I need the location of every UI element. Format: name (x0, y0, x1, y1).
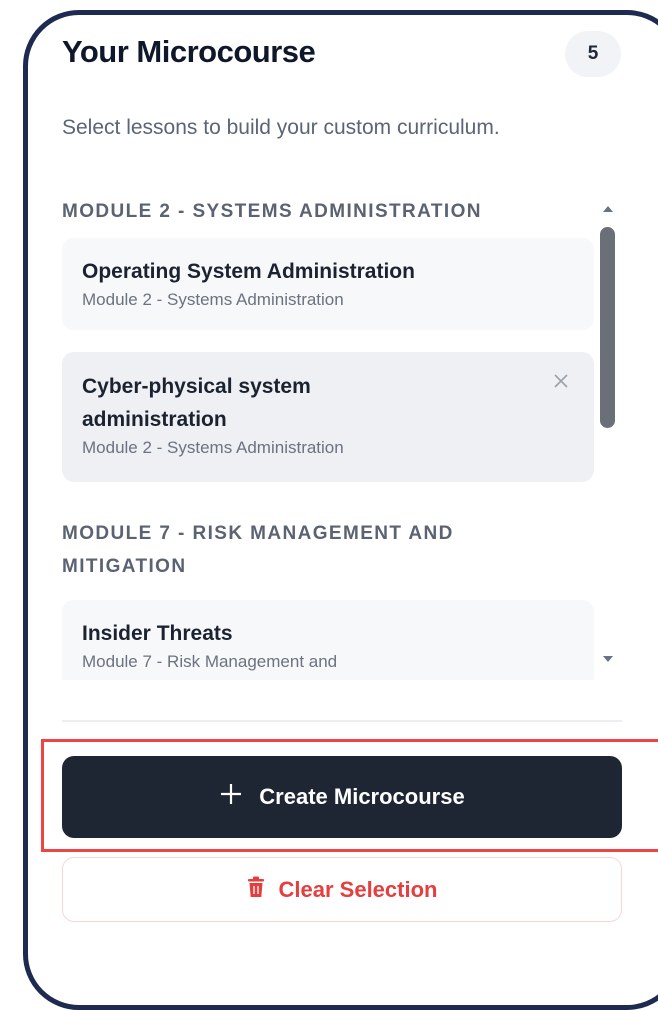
scroll-down-arrow-icon[interactable] (603, 656, 613, 662)
lesson-count-badge: 5 (565, 31, 621, 77)
close-icon[interactable] (552, 372, 570, 390)
lesson-module: Module 2 - Systems Administration (82, 438, 344, 457)
module-heading: MODULE 7 - RISK MANAGEMENT AND MITIGATIO… (62, 523, 454, 577)
plus-icon (219, 782, 243, 812)
create-microcourse-button[interactable]: Create Microcourse (62, 756, 622, 838)
lesson-module: Module 7 - Risk Management and (82, 652, 338, 671)
lesson-title: Cyber-physical system administration (82, 375, 311, 431)
selected-lessons-list[interactable]: MODULE 2 - SYSTEMS ADMINISTRATION Operat… (62, 195, 596, 680)
scrollbar-thumb[interactable] (600, 227, 615, 428)
create-button-label: Create Microcourse (259, 784, 465, 809)
trash-icon (247, 876, 265, 904)
lesson-card[interactable]: Cyber-physical system administration Mod… (62, 352, 594, 482)
lesson-module: Module 2 - Systems Administration (82, 290, 344, 309)
scroll-up-arrow-icon[interactable] (603, 206, 613, 212)
clear-selection-button[interactable]: Clear Selection (62, 857, 622, 922)
lesson-card[interactable]: Insider Threats Module 7 - Risk Manageme… (62, 600, 594, 680)
lesson-card[interactable]: Operating System Administration Module 2… (62, 238, 594, 330)
divider (62, 720, 622, 722)
module-heading: MODULE 2 - SYSTEMS ADMINISTRATION (62, 201, 482, 222)
page-title: Your Microcourse (62, 34, 316, 69)
clear-button-label: Clear Selection (278, 876, 438, 902)
lesson-title: Insider Threats (82, 622, 233, 645)
lesson-title: Operating System Administration (82, 260, 415, 283)
panel-subtitle: Select lessons to build your custom curr… (62, 116, 500, 139)
